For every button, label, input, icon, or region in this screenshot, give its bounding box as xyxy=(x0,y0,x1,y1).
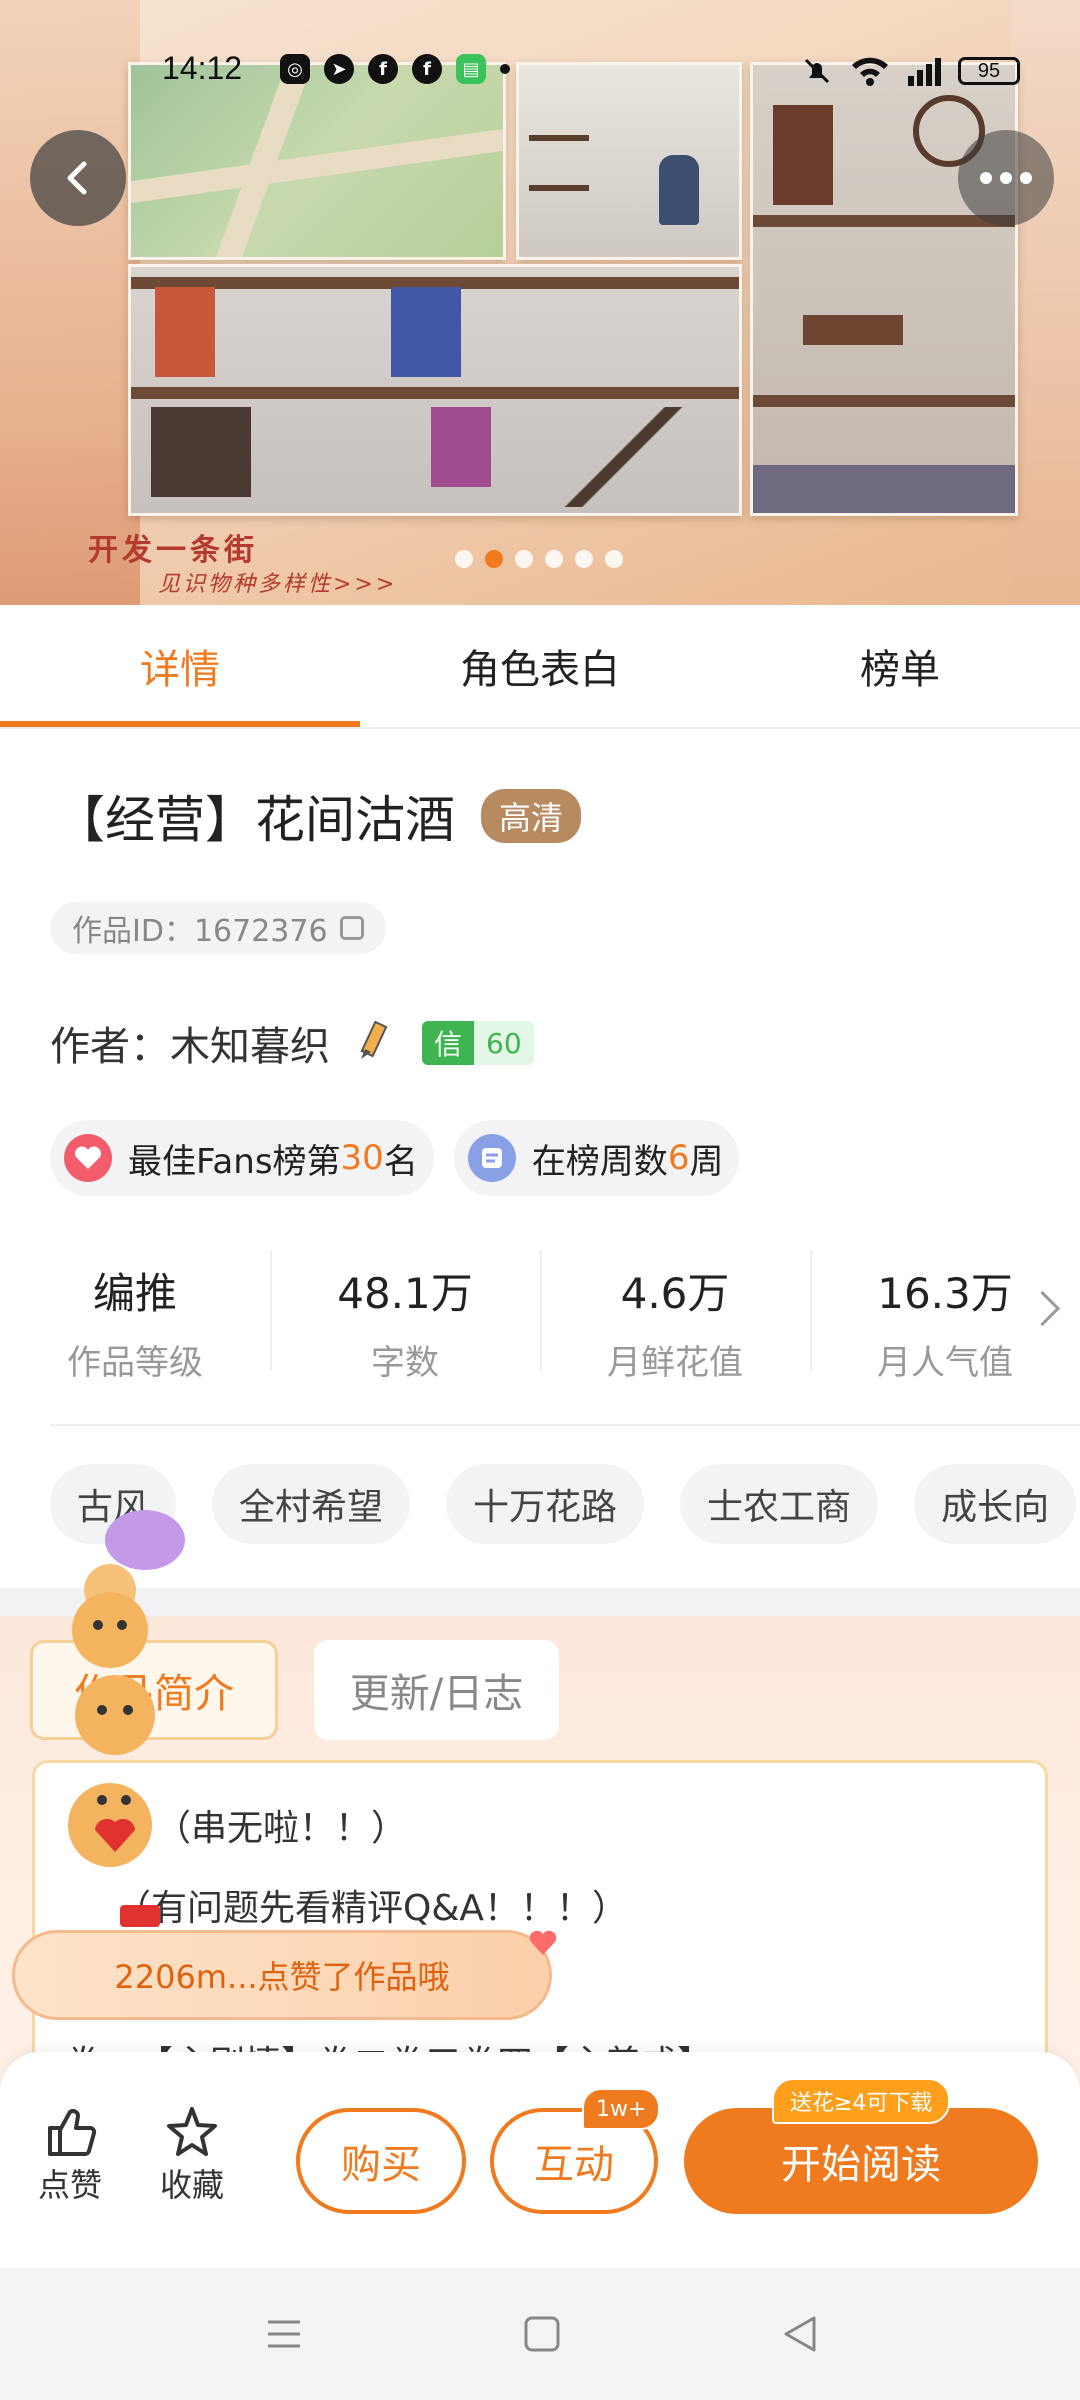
banner-pagination xyxy=(455,550,623,568)
detail-tabs: 详情 角色表白 榜单 xyxy=(0,605,1080,729)
active-tab-indicator xyxy=(0,721,360,727)
stat-label: 字数 xyxy=(371,1343,439,1383)
mascot-sticker[interactable] xyxy=(40,1500,200,1930)
stat-value: 16.3万 xyxy=(877,1269,1013,1318)
copy-icon[interactable] xyxy=(339,916,364,940)
tag-chip[interactable]: 十万花路 xyxy=(446,1464,645,1544)
tag-list: 古风 全村希望 十万花路 士农工商 成长向 xyxy=(50,1464,1077,1544)
telegram-icon: ➤ xyxy=(324,54,354,84)
signal-icon xyxy=(908,58,941,86)
stat-level: 编推 作品等级 xyxy=(10,1240,260,1383)
best-fans-rank-chip[interactable]: 最佳Fans榜第 30 名 xyxy=(50,1120,434,1196)
stat-label: 作品等级 xyxy=(67,1343,203,1383)
work-id-text: 作品ID：1672376 xyxy=(72,914,328,949)
back-nav-icon[interactable] xyxy=(780,2314,820,2354)
best-fans-rank-number: 30 xyxy=(340,1138,384,1178)
status-time: 14:12 xyxy=(162,50,243,86)
weeks-on-list-chip[interactable]: 在榜周数 6 周 xyxy=(453,1120,740,1196)
more-notifications-icon xyxy=(500,64,510,74)
tab-rankings[interactable]: 榜单 xyxy=(720,605,1080,727)
pagination-dot-active[interactable] xyxy=(485,550,503,568)
favorite-label: 收藏 xyxy=(160,2166,225,2204)
bottom-action-bar: 点赞 收藏 购买 互动 1w+ 开始阅读 送花≥4可下载 xyxy=(0,2052,1080,2268)
system-nav-bar xyxy=(0,2268,1080,2400)
stat-divider xyxy=(540,1250,542,1370)
favorite-button[interactable]: 收藏 xyxy=(160,2104,224,2206)
back-button[interactable] xyxy=(30,130,126,226)
like-toast: 2206m...点赞了作品哦 xyxy=(12,1930,552,2020)
banner-caption-title: 开发一条街 xyxy=(88,533,258,568)
more-dots-icon xyxy=(980,172,1032,184)
tag-chip[interactable]: 全村希望 xyxy=(212,1464,411,1544)
stat-value: 48.1万 xyxy=(337,1269,473,1318)
banner-caption-subtitle: 见识物种多样性>>> xyxy=(158,572,398,597)
tab-update-log[interactable]: 更新/日志 xyxy=(314,1640,559,1740)
home-icon[interactable] xyxy=(522,2314,562,2354)
weeks-suffix: 周 xyxy=(689,1141,724,1182)
star-icon xyxy=(167,2107,217,2156)
more-options-button[interactable] xyxy=(958,130,1054,226)
stat-divider xyxy=(270,1250,272,1370)
banner-street-panel xyxy=(128,264,742,516)
stat-word-count: 48.1万 字数 xyxy=(280,1240,530,1383)
wifi-icon xyxy=(852,57,888,86)
instagram-icon: ◎ xyxy=(280,54,310,84)
mute-icon xyxy=(804,58,830,84)
credit-label: 信 xyxy=(422,1021,475,1065)
work-title: 【经营】花间沽酒 xyxy=(55,791,455,849)
work-title-row: 【经营】花间沽酒 高清 xyxy=(55,780,582,852)
heart-icon xyxy=(529,1930,557,1955)
pagination-dot[interactable] xyxy=(545,550,563,568)
battery-indicator: 95 xyxy=(958,57,1020,85)
work-id-chip[interactable]: 作品ID：1672376 xyxy=(50,902,386,954)
pagination-dot[interactable] xyxy=(575,550,593,568)
thumbs-up-icon xyxy=(48,2109,97,2156)
menu-icon[interactable] xyxy=(264,2314,304,2354)
tab-character-confession[interactable]: 角色表白 xyxy=(360,605,720,727)
list-icon xyxy=(467,1134,516,1182)
credit-value: 60 xyxy=(474,1021,534,1065)
stat-value: 编推 xyxy=(92,1269,177,1318)
stat-monthly-popularity-clip: 16.3万 月人气值 xyxy=(820,1240,1050,1380)
rank-chips: 最佳Fans榜第 30 名 在榜周数 6 周 xyxy=(50,1120,740,1196)
hd-badge: 高清 xyxy=(481,789,582,843)
tab-details[interactable]: 详情 xyxy=(0,605,360,727)
author-name[interactable]: 作者：木知暮织 xyxy=(50,1014,330,1072)
download-hint-badge: 送花≥4可下载 xyxy=(772,2078,951,2124)
pagination-dot[interactable] xyxy=(605,550,623,568)
facebook-messenger-icon: f xyxy=(368,54,398,84)
chevron-left-icon xyxy=(67,161,87,195)
like-label: 点赞 xyxy=(38,2166,103,2204)
weeks-prefix: 在榜周数 xyxy=(531,1141,668,1182)
facebook-icon: f xyxy=(412,54,442,84)
best-fans-suffix: 名 xyxy=(383,1141,418,1182)
buy-button[interactable]: 购买 xyxy=(296,2108,466,2214)
interact-count-badge: 1w+ xyxy=(582,2088,661,2130)
stat-label: 月鲜花值 xyxy=(607,1343,743,1383)
stat-value: 4.6万 xyxy=(620,1269,730,1318)
work-stats[interactable]: 编推 作品等级 48.1万 字数 4.6万 月鲜花值 16.3万 月人气值 xyxy=(50,1240,1080,1383)
heart-icon xyxy=(64,1134,112,1182)
pencil-icon xyxy=(360,1020,388,1059)
best-fans-prefix: 最佳Fans榜第 xyxy=(128,1141,341,1182)
stat-divider xyxy=(810,1250,812,1370)
stat-monthly-popularity: 16.3万 月人气值 xyxy=(820,1240,1050,1380)
stat-monthly-flowers: 4.6万 月鲜花值 xyxy=(550,1240,800,1383)
author-row[interactable]: 作者：木知暮织 信 60 xyxy=(50,1014,534,1072)
weeks-number: 6 xyxy=(667,1138,690,1178)
tag-chip[interactable]: 士农工商 xyxy=(680,1464,879,1544)
divider xyxy=(50,1424,1080,1426)
status-bar: 14:12 ◎ ➤ f f ▤ 95 xyxy=(0,50,1080,94)
stat-label: 月人气值 xyxy=(877,1343,1013,1380)
hero-banner[interactable]: 开发一条街 见识物种多样性>>> 14:12 ◎ ➤ f f ▤ 95 xyxy=(0,0,1080,605)
pagination-dot[interactable] xyxy=(515,550,533,568)
credit-score-badge: 信 60 xyxy=(422,1021,534,1065)
like-button[interactable]: 点赞 xyxy=(38,2104,102,2206)
messages-icon: ▤ xyxy=(456,54,486,84)
banner-hall-panel xyxy=(750,62,1018,516)
pagination-dot[interactable] xyxy=(455,550,473,568)
tag-chip[interactable]: 成长向 xyxy=(914,1464,1077,1544)
